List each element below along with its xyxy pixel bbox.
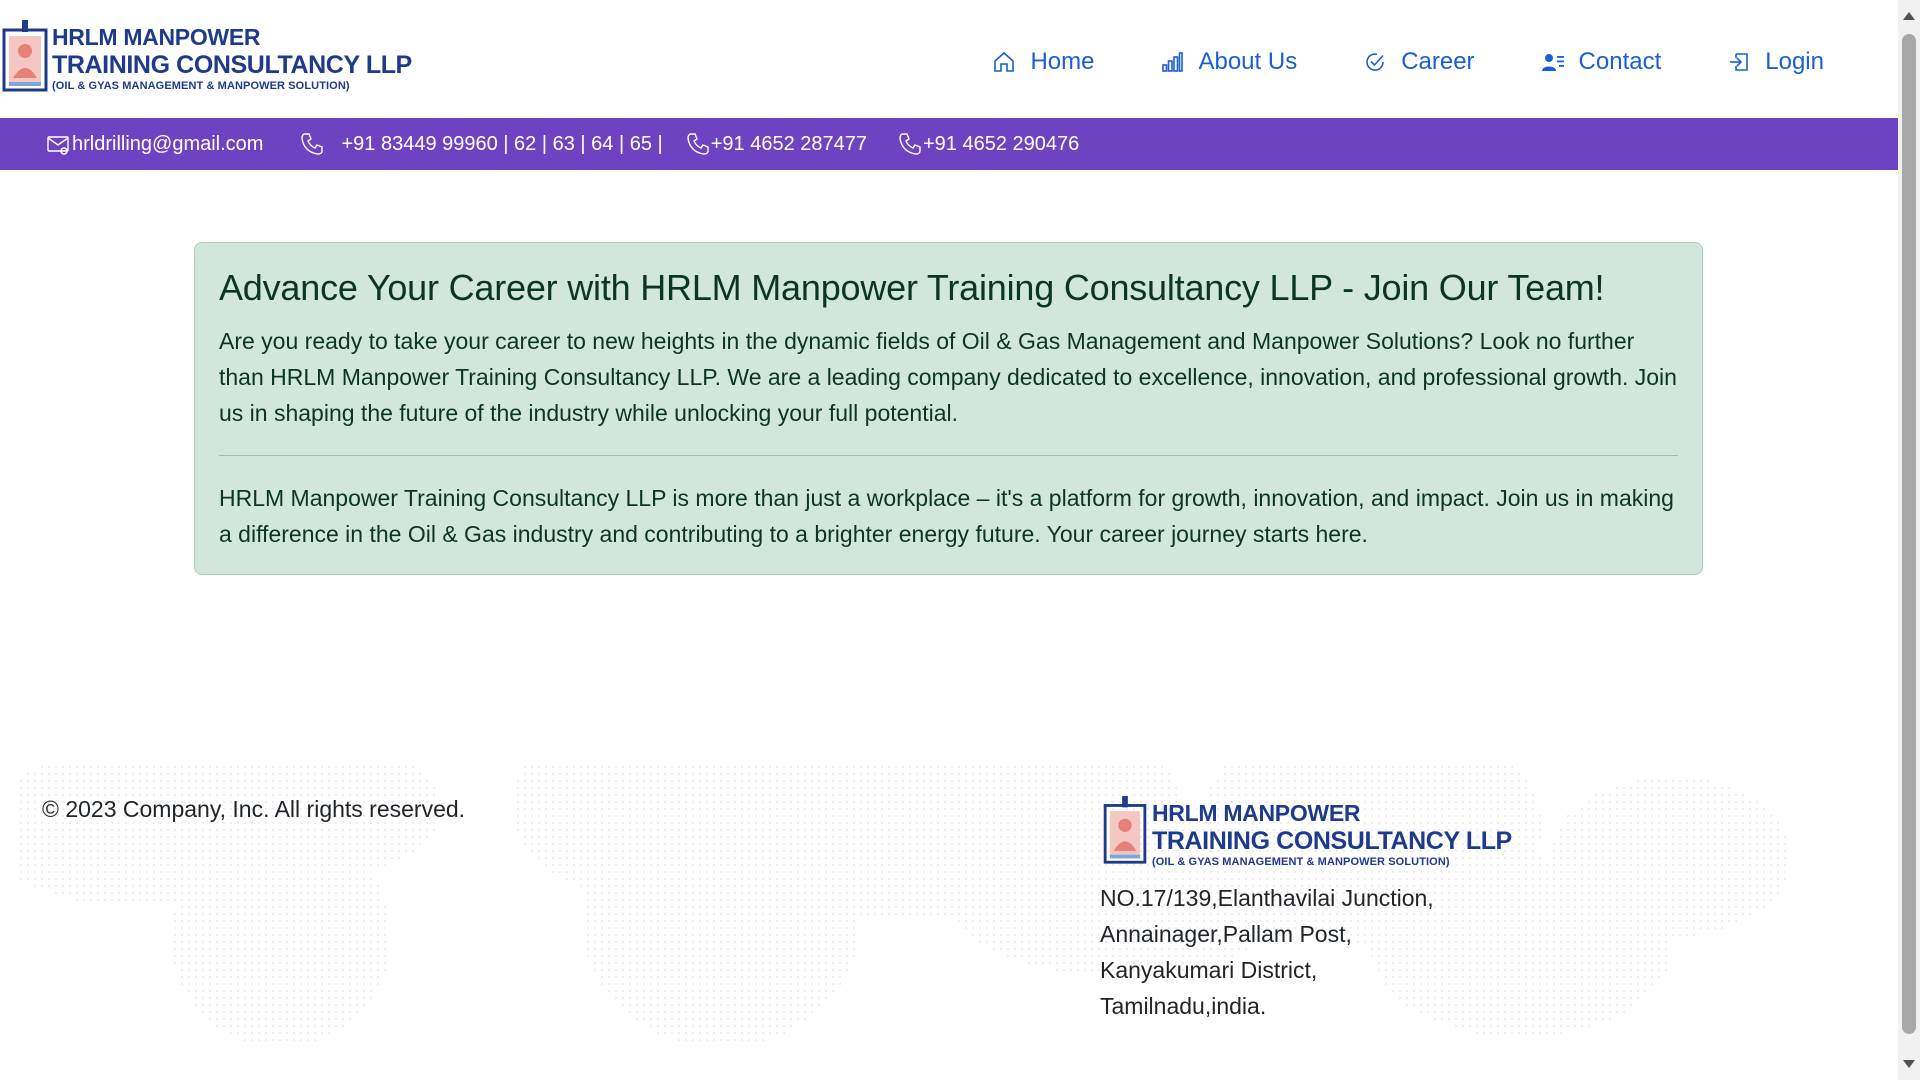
scrollbar-thumb[interactable] xyxy=(1902,34,1916,1034)
person-lines-icon xyxy=(1541,54,1564,71)
home-icon xyxy=(994,51,1015,72)
nav-about-label: About Us xyxy=(1198,48,1298,75)
contact-phone-landline-1-text: +91 4652 287477 xyxy=(710,132,867,155)
scroll-down-arrow-icon[interactable] xyxy=(1903,1060,1915,1068)
footer-logo-line-3: (OIL & GYAS MANAGEMENT & MANPOWER SOLUTI… xyxy=(1152,856,1450,868)
logo-line-3: (OIL & GYAS MANAGEMENT & MANPOWER SOLUTI… xyxy=(52,80,350,92)
bar-chart-icon xyxy=(1162,52,1184,72)
logo-text: HRLM MANPOWER TRAINING CONSULTANCY LLP (… xyxy=(52,20,412,92)
company-address: NO.17/139,Elanthavilai Junction, Annaina… xyxy=(1100,880,1434,1024)
site-header: HRLM MANPOWER TRAINING CONSULTANCY LLP (… xyxy=(0,0,1898,118)
address-line: Annainager,Pallam Post, xyxy=(1100,921,1352,947)
site-footer: © 2023 Company, Inc. All rights reserved… xyxy=(0,766,1898,1080)
nav-contact-label: Contact xyxy=(1578,48,1662,75)
copyright-text: © 2023 Company, Inc. All rights reserved… xyxy=(42,796,466,822)
logo-mark-icon xyxy=(1102,796,1148,866)
contact-phone-landline-2-text: +91 4652 290476 xyxy=(923,132,1080,155)
career-alert-box: Advance Your Career with HRLM Manpower T… xyxy=(194,242,1703,575)
logo-mark-icon xyxy=(2,20,48,94)
contact-phone-landline-1[interactable]: +91 4652 287477 xyxy=(685,131,867,157)
scroll-up-arrow-icon[interactable] xyxy=(1903,12,1915,20)
contact-phone-mobile[interactable]: +91 83449 99960 | 62 | 63 | 64 | 65 | xyxy=(299,131,663,157)
logo-line-2: TRAINING CONSULTANCY LLP xyxy=(52,51,412,79)
main-nav: Home About Us Career Contact Login xyxy=(992,48,1824,76)
footer-logo-line-1: HRLM MANPOWER xyxy=(1152,800,1361,826)
contact-phone-landline-2[interactable]: +91 4652 290476 xyxy=(897,131,1079,157)
footer-logo-text: HRLM MANPOWER TRAINING CONSULTANCY LLP (… xyxy=(1152,796,1512,868)
site-logo[interactable]: HRLM MANPOWER TRAINING CONSULTANCY LLP (… xyxy=(2,20,412,94)
check-circle-icon xyxy=(1366,53,1384,71)
contact-email[interactable]: hrldrilling@gmail.com xyxy=(46,131,263,157)
career-intro-paragraph: Are you ready to take your career to new… xyxy=(219,328,1677,426)
nav-login-label: Login xyxy=(1765,48,1824,75)
footer-logo-line-2: TRAINING CONSULTANCY LLP xyxy=(1152,827,1512,855)
nav-about-us[interactable]: About Us xyxy=(1160,48,1297,76)
nav-home-label: Home xyxy=(1030,48,1095,75)
nav-contact[interactable]: Contact xyxy=(1541,48,1662,76)
nav-login[interactable]: Login xyxy=(1727,48,1824,76)
phone-icon xyxy=(899,133,921,155)
footer-logo[interactable]: HRLM MANPOWER TRAINING CONSULTANCY LLP (… xyxy=(1102,796,1512,868)
nav-home[interactable]: Home xyxy=(992,48,1094,76)
nav-career-label: Career xyxy=(1401,48,1475,75)
phone-icon xyxy=(301,133,324,155)
career-heading: Advance Your Career with HRLM Manpower T… xyxy=(219,267,1605,308)
logo-line-1: HRLM MANPOWER xyxy=(52,24,261,50)
address-line: NO.17/139,Elanthavilai Junction, xyxy=(1100,885,1434,911)
address-line: Kanyakumari District, xyxy=(1100,957,1318,983)
phone-icon xyxy=(687,133,709,155)
nav-career[interactable]: Career xyxy=(1363,48,1475,76)
contact-bar: hrldrilling@gmail.com +91 83449 99960 | … xyxy=(0,118,1898,170)
career-closing-paragraph: HRLM Manpower Training Consultancy LLP i… xyxy=(219,485,1674,547)
contact-phone-mobile-text: +91 83449 99960 | 62 | 63 | 64 | 65 | xyxy=(341,132,663,155)
login-icon xyxy=(1730,53,1749,71)
address-line: Tamilnadu,india. xyxy=(1100,993,1267,1019)
divider xyxy=(219,455,1678,456)
contact-email-text: hrldrilling@gmail.com xyxy=(72,132,264,155)
envelope-at-icon xyxy=(47,136,69,155)
vertical-scrollbar[interactable] xyxy=(1898,0,1920,1080)
